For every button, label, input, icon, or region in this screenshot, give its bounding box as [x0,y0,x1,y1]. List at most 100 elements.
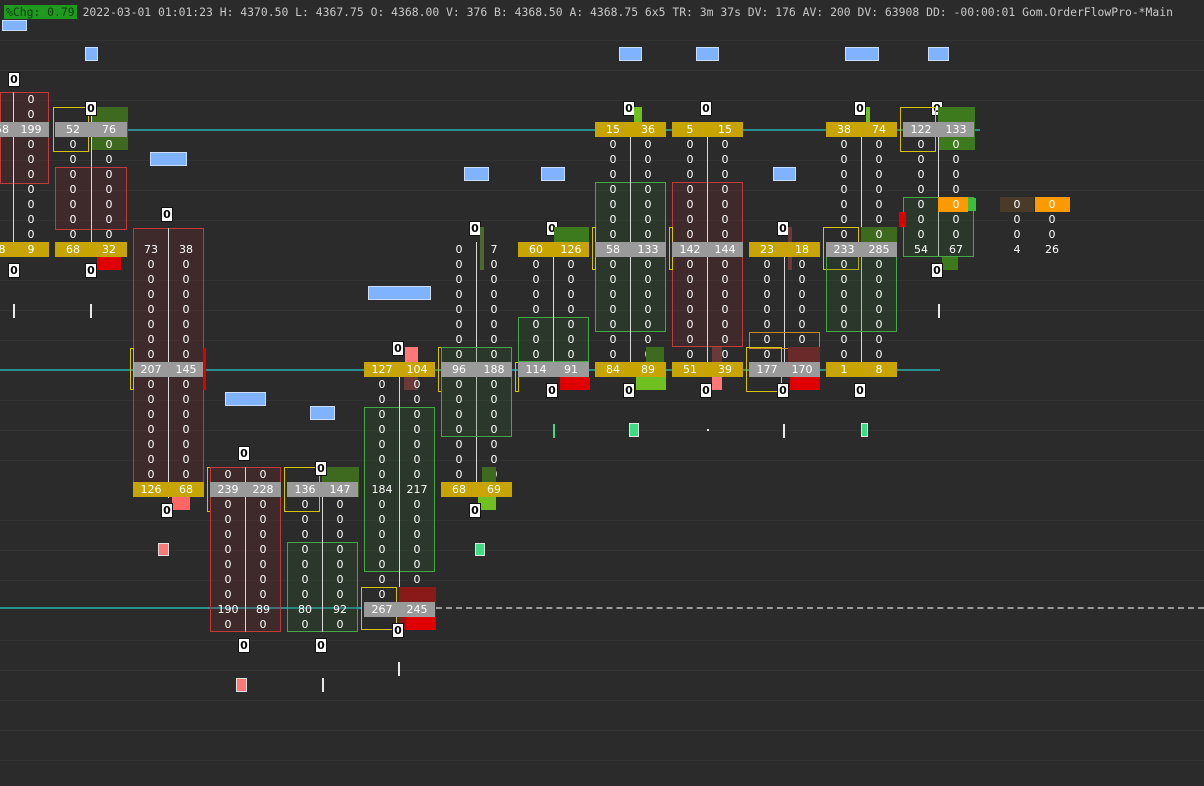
bar-ask: 18 [795,243,809,256]
mini-candle-icon [938,304,940,318]
cell-value: 0 [413,513,421,526]
cell-value: 0 [644,183,652,196]
cell-value: 0 [224,498,232,511]
cell-value: 0 [301,498,309,511]
zero-marker-icon[interactable]: 0 [315,638,327,653]
blue-level-marker [773,167,796,181]
zero-marker-icon[interactable]: 0 [700,101,712,116]
last-price-dashed-line[interactable] [436,607,1204,609]
poc-ask: 91 [564,363,578,376]
zero-marker-icon[interactable]: 0 [161,503,173,518]
bar-bid: 73 [144,243,158,256]
footprint-chart[interactable]: %Chg: 0.79 2022-03-01 01:01:23 H: 4370.50… [0,0,1204,786]
cell-value: 0 [378,438,386,451]
cell-value: 0 [378,498,386,511]
cell-value: 0 [224,573,232,586]
bar-ask: 0 [1048,213,1056,226]
zero-marker-icon[interactable]: 0 [392,341,404,356]
zero-marker-icon[interactable]: 0 [854,383,866,398]
cell-value: 0 [875,318,883,331]
cell-value: 0 [105,168,113,181]
poc-bid: 136 [294,483,316,496]
grid-line [0,640,1204,641]
cell-value: 0 [644,288,652,301]
zero-marker-icon[interactable]: 0 [8,72,20,87]
cell-value: 0 [105,228,113,241]
bar-bid: 80 [298,603,312,616]
cell-value: 0 [105,138,113,151]
bar-ask: 126 [560,243,582,256]
cell-value: 0 [875,138,883,151]
cell-value: 0 [917,138,925,151]
cell-value: 0 [455,333,463,346]
cell-value: 0 [840,333,848,346]
zero-marker-icon[interactable]: 0 [623,383,635,398]
cell-value: 0 [455,273,463,286]
mini-candle-icon [629,423,639,437]
blue-level-marker [928,47,949,61]
zero-marker-icon[interactable]: 0 [546,383,558,398]
cell-value: 0 [259,513,267,526]
cell-value: 0 [413,468,421,481]
cell-value: 0 [875,333,883,346]
cell-value: 0 [413,573,421,586]
blue-level-marker [310,406,335,420]
cell-value: 0 [532,303,540,316]
bar-bid: 60 [529,243,543,256]
bar-ask: 36 [641,123,655,136]
zero-marker-icon[interactable]: 0 [238,446,250,461]
zero-marker-icon[interactable]: 0 [931,263,943,278]
mini-candle-icon [90,304,92,318]
cell-value: 0 [567,318,575,331]
sell-volume-block [712,377,722,390]
zero-marker-icon[interactable]: 0 [777,383,789,398]
cell-value: 0 [413,543,421,556]
cell-value: 0 [721,273,729,286]
cell-value: 0 [875,288,883,301]
cell-value: 0 [301,543,309,556]
cell-value: 0 [455,348,463,361]
cell-value: 0 [875,303,883,316]
cell-value: 0 [182,438,190,451]
zero-marker-icon[interactable]: 0 [854,101,866,116]
cell-value: 0 [378,408,386,421]
cell-value: 0 [952,153,960,166]
bar-bid: 0 [224,468,232,481]
cell-value: 0 [147,303,155,316]
mini-candle-icon [707,429,709,431]
bar-bid: 38 [837,123,851,136]
zero-marker-icon[interactable]: 0 [85,101,97,116]
zero-marker-icon[interactable]: 0 [469,503,481,518]
cell-value: 0 [182,318,190,331]
cell-value: 0 [336,528,344,541]
cell-value: 0 [567,348,575,361]
cell-value: 0 [686,183,694,196]
cell-value: 0 [609,198,617,211]
poc-bid: 114 [525,363,547,376]
bar-bid: 15 [606,123,620,136]
cell-value: 0 [721,183,729,196]
cell-value: 0 [182,423,190,436]
zero-marker-icon[interactable]: 0 [392,623,404,638]
cell-value: 0 [182,288,190,301]
cell-value: 0 [413,558,421,571]
poc-bid: 58 [606,243,620,256]
zero-marker-icon[interactable]: 0 [85,263,97,278]
zero-marker-icon[interactable]: 0 [315,461,327,476]
cell-value: 0 [609,258,617,271]
cell-value: 0 [840,228,848,241]
cell-value: 0 [609,153,617,166]
cell-value: 0 [336,573,344,586]
cell-value: 0 [490,438,498,451]
zero-marker-icon[interactable]: 0 [700,383,712,398]
cell-value: 0 [686,288,694,301]
cell-value: 0 [378,573,386,586]
cell-value: 0 [301,588,309,601]
bar-bid: 23 [760,243,774,256]
zero-marker-icon[interactable]: 0 [8,263,20,278]
zero-marker-icon[interactable]: 0 [161,207,173,222]
cell-value: 0 [532,318,540,331]
cell-value: 0 [378,558,386,571]
bar-bid: 84 [606,363,620,376]
zero-marker-icon[interactable]: 0 [238,638,250,653]
